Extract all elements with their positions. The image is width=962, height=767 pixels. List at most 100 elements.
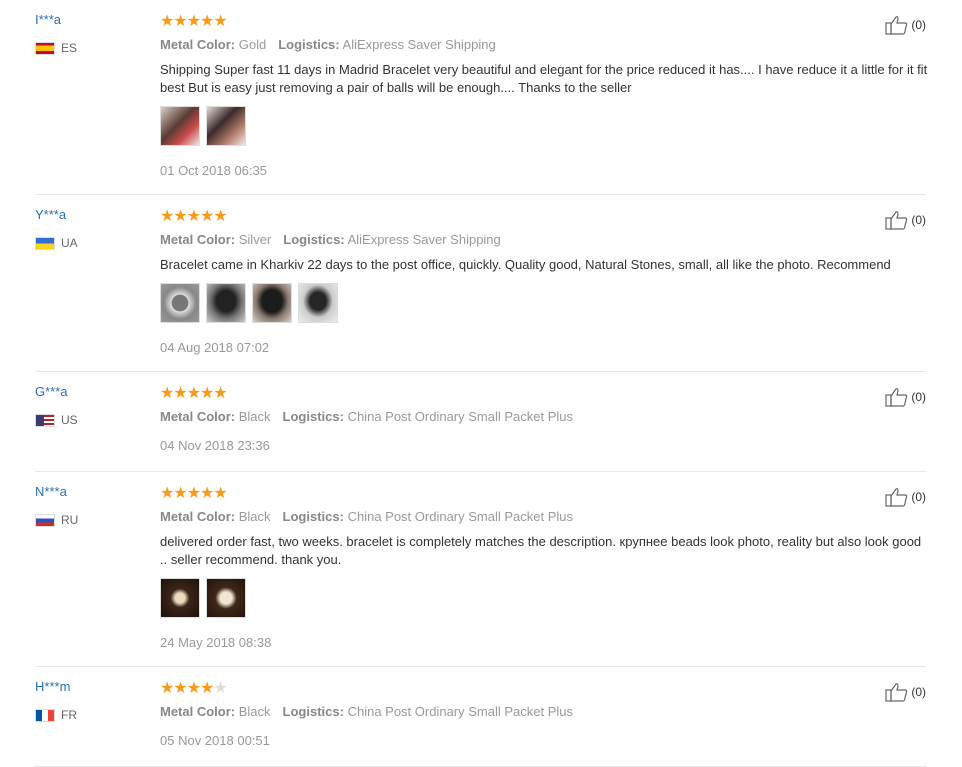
- star-icon: ★: [186, 680, 201, 697]
- review-photo[interactable]: [206, 283, 246, 323]
- review-attributes: Metal Color: Silver Logistics: AliExpress…: [160, 232, 501, 247]
- star-empty-icon: ★: [213, 680, 227, 697]
- review-date: 05 Nov 2018 00:51: [160, 733, 270, 748]
- country-code: US: [61, 413, 78, 427]
- helpful-button[interactable]: (0): [885, 387, 926, 407]
- star-icon: ★: [160, 485, 174, 502]
- review-photos: [160, 106, 246, 146]
- reviewer-name[interactable]: I***a: [35, 12, 61, 27]
- star-icon: ★: [160, 208, 174, 225]
- star-icon: ★: [160, 13, 174, 30]
- star-icon: ★: [200, 208, 214, 225]
- review-photo[interactable]: [298, 283, 338, 323]
- review-item: I***a ES ★★★★★ Metal Color: Gold Logistic…: [35, 12, 927, 195]
- metal-color-value: Black: [238, 509, 271, 524]
- helpful-count: (0): [911, 213, 926, 227]
- review-photo[interactable]: [160, 578, 200, 618]
- review-item: N***a RU ★★★★★ Metal Color: Black Logisti…: [35, 484, 926, 667]
- flag-us-icon: [35, 413, 55, 427]
- metal-color-label: Metal Color:: [160, 704, 236, 719]
- star-icon: ★: [200, 485, 214, 502]
- thumbs-up-icon: [885, 683, 908, 702]
- metal-color-label: Metal Color:: [160, 232, 236, 247]
- star-icon: ★: [173, 385, 187, 402]
- logistics-label: Logistics:: [278, 37, 340, 52]
- helpful-count: (0): [911, 390, 926, 404]
- review-attributes: Metal Color: Black Logistics: China Post …: [160, 409, 573, 424]
- helpful-button[interactable]: (0): [885, 682, 926, 702]
- helpful-button[interactable]: (0): [885, 15, 926, 35]
- helpful-button[interactable]: (0): [885, 210, 926, 230]
- reviewer-country: ES: [35, 41, 77, 55]
- metal-color-value: Black: [238, 704, 271, 719]
- metal-color-label: Metal Color:: [160, 509, 236, 524]
- review-attributes: Metal Color: Black Logistics: China Post …: [160, 704, 573, 719]
- star-icon: ★: [173, 13, 187, 30]
- review-text: delivered order fast, two weeks. bracele…: [160, 534, 922, 567]
- helpful-button[interactable]: (0): [885, 487, 926, 507]
- star-icon: ★: [213, 385, 227, 402]
- logistics-value: China Post Ordinary Small Packet Plus: [347, 409, 574, 424]
- star-icon: ★: [173, 680, 187, 697]
- reviewer-name[interactable]: G***a: [35, 384, 68, 399]
- star-icon: ★: [200, 680, 214, 697]
- star-icon: ★: [186, 485, 201, 502]
- star-icon: ★: [200, 385, 214, 402]
- reviewer-country: UA: [35, 236, 78, 250]
- star-icon: ★: [200, 13, 214, 30]
- review-photo[interactable]: [160, 283, 200, 323]
- star-rating: ★★★★★: [160, 485, 228, 502]
- star-icon: ★: [213, 13, 227, 30]
- star-icon: ★: [173, 485, 187, 502]
- review-item: G***a US ★★★★★ Metal Color: Black Logisti…: [35, 384, 926, 472]
- star-rating: ★★★★★: [160, 385, 228, 402]
- star-icon: ★: [186, 385, 201, 402]
- review-item: H***m FR ★★★★★ Metal Color: Black Logisti…: [35, 679, 926, 767]
- logistics-value: AliExpress Saver Shipping: [347, 232, 501, 247]
- review-photos: [160, 578, 246, 618]
- helpful-count: (0): [911, 490, 926, 504]
- logistics-label: Logistics:: [282, 409, 344, 424]
- star-rating: ★★★★★: [160, 680, 228, 697]
- review-photo[interactable]: [206, 578, 246, 618]
- review-photo[interactable]: [252, 283, 292, 323]
- logistics-value: China Post Ordinary Small Packet Plus: [347, 704, 574, 719]
- metal-color-value: Gold: [238, 37, 267, 52]
- review-date: 04 Aug 2018 07:02: [160, 340, 270, 355]
- flag-ua-icon: [35, 236, 55, 250]
- thumbs-up-icon: [885, 388, 908, 407]
- review-photo[interactable]: [206, 106, 246, 146]
- reviewer-name[interactable]: N***a: [35, 484, 67, 499]
- reviewer-country: US: [35, 413, 78, 427]
- flag-ru-icon: [35, 513, 55, 527]
- flag-fr-icon: [35, 708, 55, 722]
- metal-color-label: Metal Color:: [160, 37, 236, 52]
- star-icon: ★: [160, 385, 174, 402]
- star-rating: ★★★★★: [160, 208, 228, 225]
- metal-color-value: Black: [238, 409, 271, 424]
- reviewer-name[interactable]: H***m: [35, 679, 70, 694]
- star-icon: ★: [186, 208, 201, 225]
- helpful-count: (0): [911, 685, 926, 699]
- thumbs-up-icon: [885, 211, 908, 230]
- review-photo[interactable]: [160, 106, 200, 146]
- helpful-count: (0): [911, 18, 926, 32]
- metal-color-label: Metal Color:: [160, 409, 236, 424]
- star-icon: ★: [213, 485, 227, 502]
- country-code: FR: [61, 708, 77, 722]
- review-text: Shipping Super fast 11 days in Madrid Br…: [160, 62, 928, 95]
- flag-es-icon: [35, 41, 55, 55]
- logistics-value: China Post Ordinary Small Packet Plus: [347, 509, 574, 524]
- logistics-label: Logistics:: [282, 509, 344, 524]
- review-item: Y***a UA ★★★★★ Metal Color: Silver Logist…: [35, 207, 926, 372]
- logistics-value: AliExpress Saver Shipping: [342, 37, 496, 52]
- reviewer-name[interactable]: Y***a: [35, 207, 66, 222]
- review-text: Bracelet came in Kharkiv 22 days to the …: [160, 257, 891, 272]
- metal-color-value: Silver: [238, 232, 272, 247]
- thumbs-up-icon: [885, 488, 908, 507]
- review-date: 04 Nov 2018 23:36: [160, 438, 270, 453]
- reviewer-country: RU: [35, 513, 78, 527]
- review-attributes: Metal Color: Black Logistics: China Post …: [160, 509, 573, 524]
- review-date: 24 May 2018 08:38: [160, 635, 272, 650]
- logistics-label: Logistics:: [282, 704, 344, 719]
